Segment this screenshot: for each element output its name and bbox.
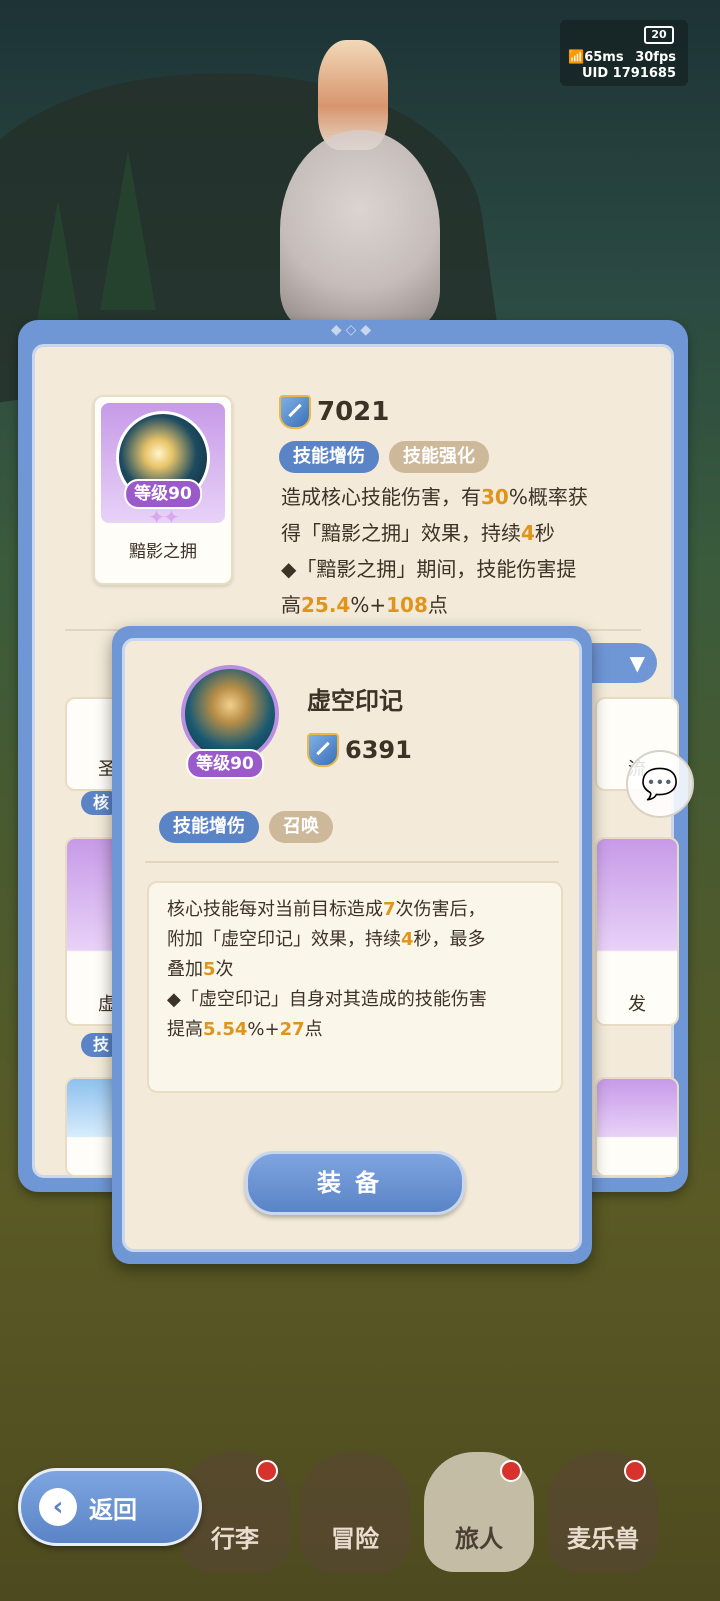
skill-title: 虚空印记 (307, 687, 403, 715)
back-button[interactable]: ‹ 返回 (18, 1468, 202, 1546)
notification-dot (624, 1460, 646, 1482)
notification-dot (500, 1460, 522, 1482)
tag-summon: 召唤 (269, 811, 333, 843)
nav-item-adventure[interactable]: 冒险 (300, 1452, 410, 1572)
ping-readout: 📶65ms (568, 50, 624, 65)
chat-icon: 💬 (641, 766, 679, 802)
skill-description: 造成核心技能伤害，有30%概率获 得「黯影之拥」效果，持续4秒 ◆「黯影之拥」期… (281, 485, 588, 617)
description-box: 核心技能每对当前目标造成7次伤害后， 附加「虚空印记」效果，持续4秒，最多 叠加… (147, 881, 563, 1093)
tag-list: 技能增伤 技能强化 (279, 441, 489, 473)
skill-name: 黯影之拥 (129, 542, 197, 562)
nav-item-traveler[interactable]: 旅人 (424, 1452, 534, 1572)
character-sprite (280, 130, 440, 330)
chevron-down-icon: ▼ (629, 651, 645, 675)
level-badge: 等级90 (186, 749, 264, 779)
skill-slot[interactable]: 发 (595, 837, 679, 1026)
tag-damage: 技能增伤 (159, 811, 259, 843)
tag-enhance: 技能强化 (389, 441, 489, 473)
back-arrow-icon: ‹ (39, 1488, 77, 1526)
power-score: 6391 (307, 733, 412, 767)
skill-card[interactable]: 等级90 ✦✦ 黯影之拥 (93, 395, 233, 585)
tag-list: 技能增伤 召唤 (159, 811, 333, 843)
tag-damage: 技能增伤 (279, 441, 379, 473)
fps-readout: 30fps (635, 50, 676, 65)
ornament-icon: ◆◇◆ (330, 322, 376, 338)
shield-icon (279, 395, 311, 429)
equip-button[interactable]: 装备 (245, 1151, 465, 1215)
star-icon: ✦✦ (148, 505, 179, 529)
status-overlay: 20 📶65ms 30fps UID 1791685 (560, 20, 688, 86)
skill-description: 核心技能每对当前目标造成7次伤害后， 附加「虚空印记」效果，持续4秒，最多 叠加… (167, 899, 487, 1040)
battery-indicator: 20 (644, 26, 674, 44)
skill-popup: 等级90 虚空印记 6391 技能增伤 召唤 核心技能每对当前目标造成7次伤害后… (112, 626, 592, 1264)
notification-dot (256, 1460, 278, 1482)
power-score: 7021 (279, 395, 389, 429)
chat-button[interactable]: 💬 (626, 750, 694, 818)
skill-slot[interactable] (595, 1077, 679, 1177)
divider (145, 861, 559, 863)
shield-icon (307, 733, 339, 767)
nav-item-pet[interactable]: 麦乐兽 (548, 1452, 658, 1572)
uid-readout: UID 1791685 (581, 66, 676, 81)
